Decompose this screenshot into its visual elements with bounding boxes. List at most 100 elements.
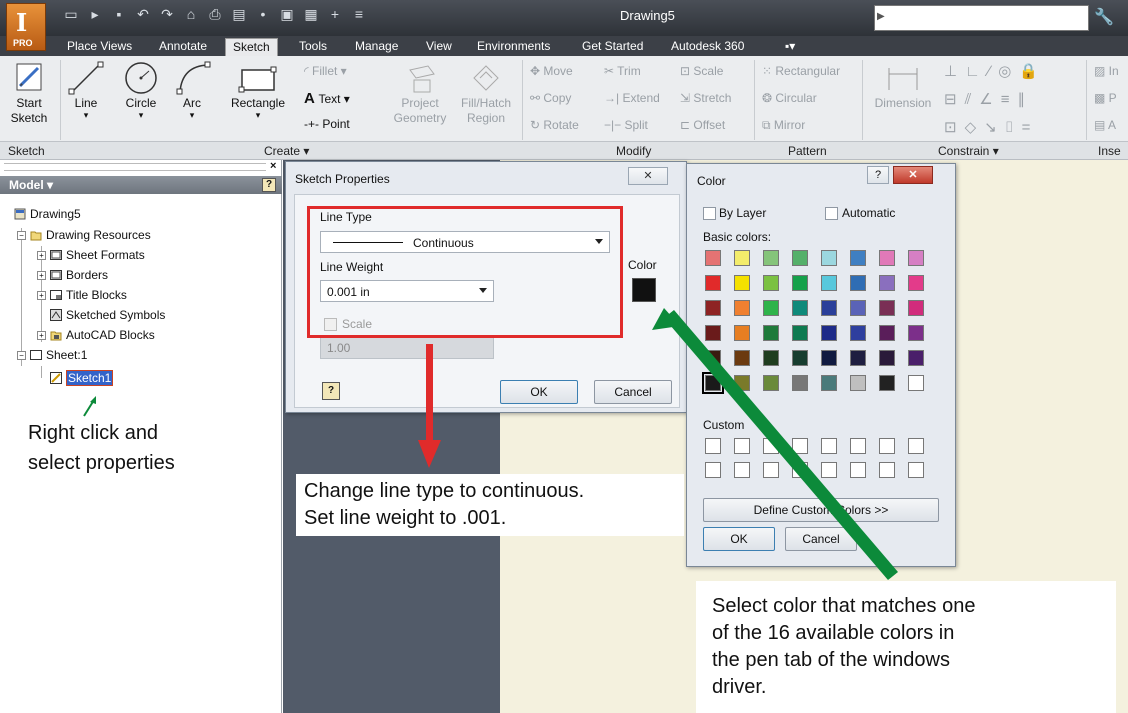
dimension-button[interactable]: Dimension <box>868 60 938 110</box>
search-box[interactable]: ▶ <box>874 5 1089 31</box>
scale-input[interactable]: 1.00 <box>320 337 494 359</box>
application-menu-button[interactable]: I PRO <box>6 3 46 51</box>
tab-sketch[interactable]: Sketch <box>225 38 278 56</box>
rectangle-dropdown-icon[interactable]: ▾ <box>226 110 290 121</box>
custom-color-swatch[interactable] <box>879 438 895 454</box>
start-sketch-button[interactable]: Start Sketch <box>4 60 54 126</box>
basic-color-swatch[interactable] <box>734 275 750 291</box>
custom-color-swatch[interactable] <box>705 462 721 478</box>
tree-item-sketched-symbols[interactable]: Sketched Symbols <box>50 308 165 322</box>
expand-icon[interactable]: + <box>37 250 46 260</box>
tab-tools[interactable]: Tools <box>292 38 334 56</box>
undo-icon[interactable]: ↶ <box>134 6 152 28</box>
update-icon[interactable]: ▤ <box>230 6 248 28</box>
close-button[interactable]: ✕ <box>628 167 668 185</box>
basic-color-swatch[interactable] <box>763 300 779 316</box>
plus-icon[interactable]: + <box>326 6 344 28</box>
help-icon[interactable]: ? <box>867 166 889 184</box>
circle-button[interactable]: Circle ▾ <box>116 60 166 121</box>
custom-color-swatch[interactable] <box>821 462 837 478</box>
basic-color-swatch[interactable] <box>850 300 866 316</box>
custom-color-swatch[interactable] <box>850 438 866 454</box>
save-icon[interactable]: ▪ <box>110 6 128 28</box>
tab-get-started[interactable]: Get Started <box>575 38 650 56</box>
tab-annotate[interactable]: Annotate <box>152 38 214 56</box>
offset-button[interactable]: ⊏ Offset <box>680 118 725 132</box>
custom-color-swatch[interactable] <box>879 462 895 478</box>
basic-color-swatch[interactable] <box>908 275 924 291</box>
close-panel-icon[interactable]: × <box>270 160 276 172</box>
line-button[interactable]: Line ▾ <box>64 60 108 121</box>
constraint-icons-row1[interactable]: ⊥∟∕◎🔒 <box>944 62 1046 80</box>
basic-color-swatch[interactable] <box>908 325 924 341</box>
cancel-button[interactable]: Cancel <box>785 527 857 551</box>
trim-button[interactable]: ✂ Trim <box>604 64 641 78</box>
tab-autodesk-360[interactable]: Autodesk 360 <box>664 38 751 56</box>
basic-color-swatch[interactable] <box>821 350 837 366</box>
extend-button[interactable]: →| Extend <box>604 91 660 105</box>
expand-icon[interactable]: + <box>37 330 46 340</box>
basic-color-swatch[interactable] <box>879 375 895 391</box>
basic-color-swatch[interactable] <box>763 375 779 391</box>
basic-color-swatch[interactable] <box>705 250 721 266</box>
basic-color-swatch[interactable] <box>908 375 924 391</box>
basic-color-swatch[interactable] <box>734 375 750 391</box>
custom-color-swatch[interactable] <box>821 438 837 454</box>
insert-acad-button[interactable]: ▤ A <box>1094 118 1116 132</box>
custom-color-swatch[interactable] <box>763 462 779 478</box>
tree-item-sheet-formats[interactable]: + Sheet Formats <box>37 248 145 262</box>
basic-color-swatch[interactable] <box>705 300 721 316</box>
constraint-icons-row3[interactable]: ⊡◇↘⌷= <box>944 118 1038 136</box>
color-icon[interactable]: ▣ <box>278 6 296 28</box>
by-layer-checkbox[interactable] <box>703 207 716 220</box>
fill-hatch-button[interactable]: Fill/Hatch Region <box>454 60 518 126</box>
basic-color-swatch[interactable] <box>850 375 866 391</box>
basic-color-swatch[interactable] <box>850 250 866 266</box>
rectangular-pattern-button[interactable]: ⁙ Rectangular <box>762 64 840 78</box>
basic-color-swatch[interactable] <box>879 275 895 291</box>
basic-color-swatch[interactable] <box>850 275 866 291</box>
move-button[interactable]: ✥ Move <box>530 64 573 78</box>
basic-color-swatch[interactable] <box>821 250 837 266</box>
fillet-button[interactable]: ◜ Fillet ▾ <box>304 64 347 78</box>
basic-color-swatch[interactable] <box>705 325 721 341</box>
basic-color-swatch[interactable] <box>763 250 779 266</box>
tree-item-borders[interactable]: + Borders <box>37 268 108 282</box>
basic-color-swatch[interactable] <box>792 275 808 291</box>
circle-dropdown-icon[interactable]: ▾ <box>116 110 166 121</box>
basic-color-swatch[interactable] <box>763 350 779 366</box>
ok-button[interactable]: OK <box>500 380 578 404</box>
basic-color-swatch[interactable] <box>792 325 808 341</box>
tree-item-drawing[interactable]: Drawing5 <box>14 207 81 221</box>
split-button[interactable]: −|− Split <box>604 118 648 132</box>
tab-environments[interactable]: Environments <box>470 38 557 56</box>
model-header[interactable]: Model ▾ <box>0 176 282 194</box>
basic-color-swatch[interactable] <box>734 300 750 316</box>
basic-color-swatch[interactable] <box>705 350 721 366</box>
mirror-button[interactable]: ⧉ Mirror <box>762 118 805 133</box>
tab-manage[interactable]: Manage <box>348 38 405 56</box>
panel-label-modify[interactable]: Modify <box>616 144 651 158</box>
stretch-button[interactable]: ⇲ Stretch <box>680 91 731 105</box>
redo-icon[interactable]: ↷ <box>158 6 176 28</box>
basic-color-swatch[interactable] <box>879 350 895 366</box>
custom-color-swatch[interactable] <box>850 462 866 478</box>
basic-color-swatch[interactable] <box>821 275 837 291</box>
basic-color-swatch[interactable] <box>702 372 724 394</box>
cancel-button[interactable]: Cancel <box>594 380 672 404</box>
basic-color-swatch[interactable] <box>908 350 924 366</box>
panel-label-insert[interactable]: Inse <box>1098 144 1121 158</box>
custom-color-swatch[interactable] <box>908 438 924 454</box>
automatic-checkbox[interactable] <box>825 207 838 220</box>
define-custom-colors-button[interactable]: Define Custom Colors >> <box>703 498 939 522</box>
grip-bar[interactable] <box>4 163 266 171</box>
project-geometry-button[interactable]: Project Geometry <box>390 60 450 126</box>
basic-color-swatch[interactable] <box>763 275 779 291</box>
scale-button[interactable]: ⊡ Scale <box>680 64 723 78</box>
custom-color-swatch[interactable] <box>705 438 721 454</box>
new-icon[interactable]: ▭ <box>62 6 80 28</box>
custom-color-swatch[interactable] <box>734 462 750 478</box>
collapse-icon[interactable]: − <box>17 350 26 360</box>
point-button[interactable]: -+- Point <box>304 117 350 131</box>
basic-color-swatch[interactable] <box>705 275 721 291</box>
